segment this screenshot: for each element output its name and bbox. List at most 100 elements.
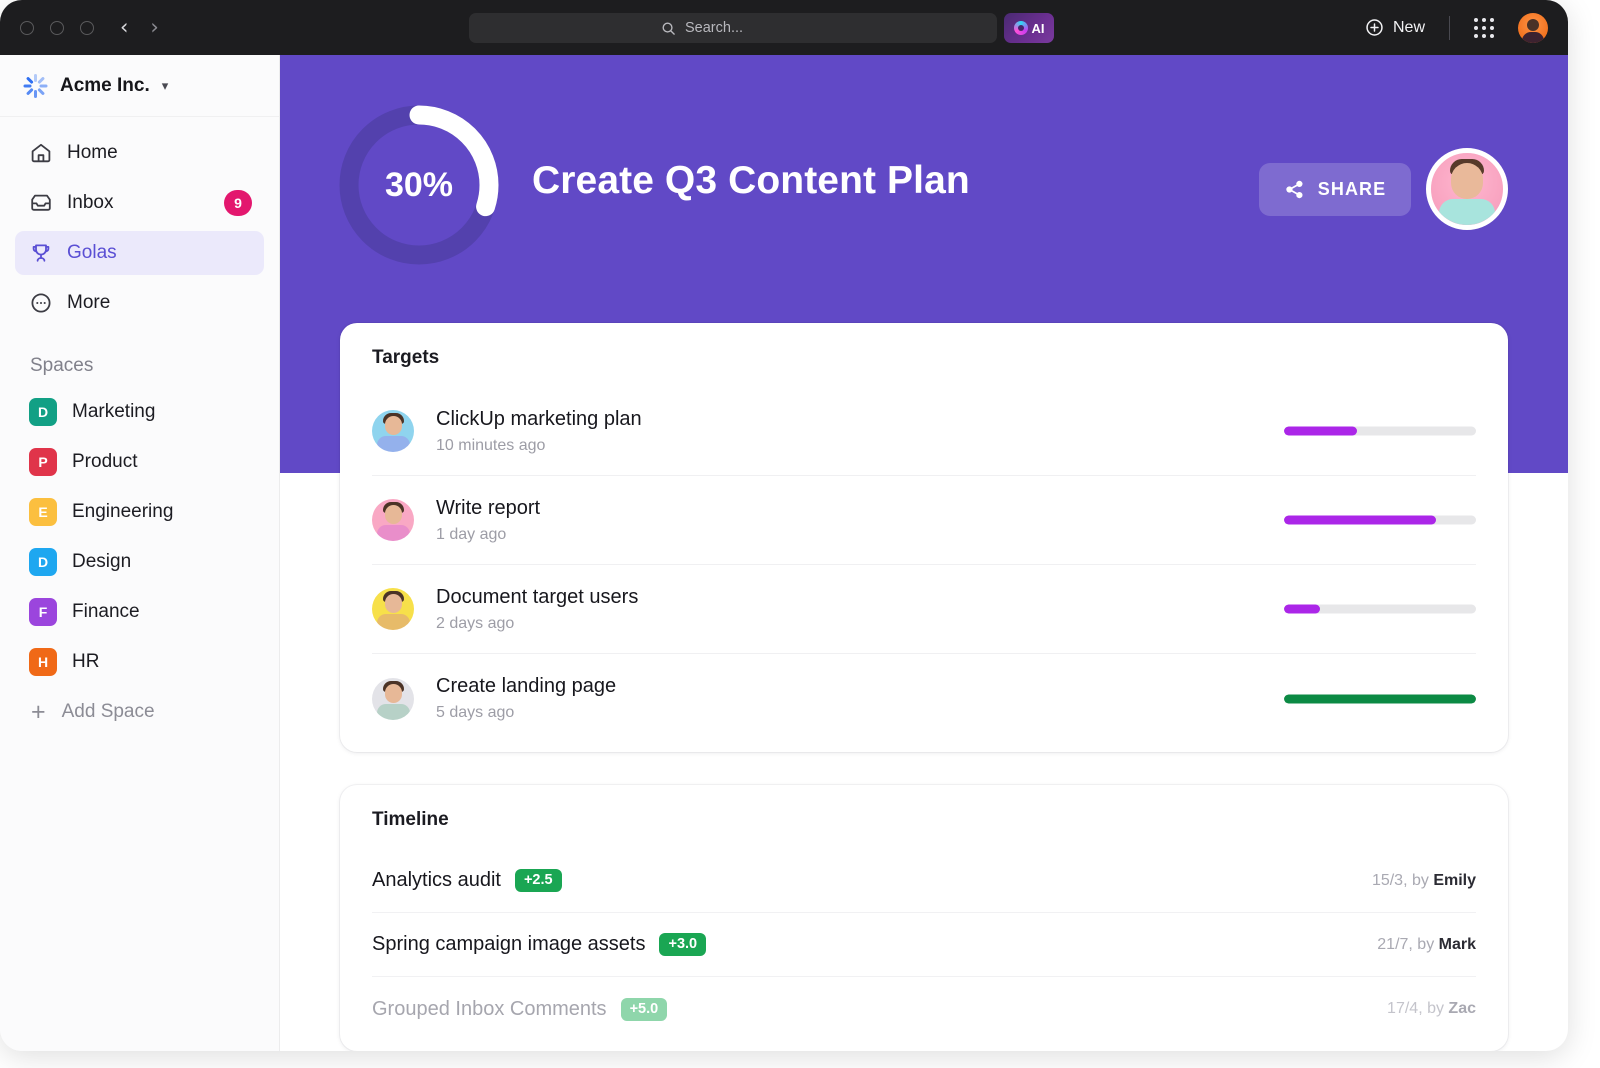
sidebar-item-inbox[interactable]: Inbox 9: [15, 181, 264, 225]
target-text: Document target users2 days ago: [436, 586, 638, 633]
close-window-button[interactable]: [20, 21, 34, 35]
timeline-card: Timeline Analytics audit +2.5 15/3, by Emi…: [340, 785, 1508, 1051]
minimize-window-button[interactable]: [50, 21, 64, 35]
inbox-icon: [29, 191, 53, 215]
space-label: Finance: [72, 601, 140, 623]
add-space-button[interactable]: + Add Space: [0, 687, 279, 737]
avatar-body: [377, 525, 410, 541]
space-initial-badge: F: [29, 598, 57, 626]
sidebar-space-product[interactable]: PProduct: [0, 437, 279, 487]
space-label: Design: [72, 551, 131, 573]
target-row[interactable]: Document target users2 days ago: [372, 565, 1476, 654]
target-row[interactable]: Write report1 day ago: [372, 476, 1476, 565]
space-label: HR: [72, 651, 99, 673]
clickup-logo-icon: [22, 73, 48, 99]
target-avatar: [372, 499, 414, 541]
target-timestamp: 10 minutes ago: [436, 437, 642, 455]
target-avatar: [372, 410, 414, 452]
targets-list: ClickUp marketing plan 10 minutes ago Writ…: [340, 387, 1508, 743]
spaces-heading: Spaces: [0, 331, 279, 387]
timeline-item-meta: 15/3, by Emily: [1372, 872, 1476, 890]
goal-progress-percent: 30%: [336, 102, 502, 268]
add-space-label: Add Space: [62, 701, 155, 723]
plus-icon: +: [31, 700, 46, 725]
target-timestamp: 5 days ago: [436, 704, 616, 722]
sidebar-item-label: Inbox: [67, 192, 113, 214]
target-row[interactable]: Create landing page5 days ago: [372, 654, 1476, 743]
chevron-down-icon: ▾: [162, 78, 169, 94]
timeline-title: Timeline: [340, 785, 1508, 831]
history-navigation[interactable]: ‹ ›: [120, 17, 159, 38]
timeline-item-badge: +3.0: [659, 933, 706, 956]
titlebar-divider: [1449, 16, 1450, 40]
timeline-item-meta: 21/7, by Mark: [1377, 936, 1476, 954]
timeline-item-badge: +5.0: [621, 998, 668, 1021]
sidebar-item-golas[interactable]: Golas: [15, 231, 264, 275]
ai-button-label: AI: [1032, 21, 1045, 36]
sidebar-space-marketing[interactable]: DMarketing: [0, 387, 279, 437]
avatar-body: [377, 436, 410, 452]
sidebar-item-home[interactable]: Home: [15, 131, 264, 175]
target-progress-bar[interactable]: [1284, 694, 1476, 703]
timeline-row[interactable]: Grouped Inbox Comments +5.0 17/4, by Zac: [372, 977, 1476, 1041]
goal-owner-avatar[interactable]: [1426, 148, 1508, 230]
goal-progress-ring: 30%: [336, 102, 502, 268]
maximize-window-button[interactable]: [80, 21, 94, 35]
page-title: Create Q3 Content Plan: [532, 159, 970, 203]
share-button[interactable]: SHARE: [1259, 163, 1411, 216]
app-root: ‹ › AI: [0, 0, 1600, 1068]
new-button[interactable]: New: [1365, 18, 1425, 37]
space-initial-badge: D: [29, 548, 57, 576]
sidebar-space-hr[interactable]: H HR: [0, 637, 279, 687]
home-icon: [29, 141, 53, 165]
sidebar-item-more[interactable]: More: [15, 281, 264, 325]
ai-button[interactable]: AI: [1004, 13, 1054, 43]
target-name: Write report: [436, 497, 540, 520]
timeline-item-name: Analytics audit: [372, 869, 501, 892]
avatar-body: [1439, 199, 1495, 230]
target-progress-bar[interactable]: [1284, 516, 1476, 525]
timeline-row[interactable]: Spring campaign image assets+3.021/7, by…: [372, 913, 1476, 977]
sidebar-space-finance[interactable]: F Finance: [0, 587, 279, 637]
sidebar-item-label: Golas: [67, 242, 117, 264]
apps-grid-icon[interactable]: [1474, 18, 1494, 38]
user-avatar[interactable]: [1518, 13, 1548, 43]
target-name: Document target users: [436, 586, 638, 609]
new-button-label: New: [1393, 19, 1425, 37]
search-input[interactable]: [685, 20, 805, 36]
search-bar[interactable]: [469, 13, 997, 43]
window-controls[interactable]: [20, 21, 94, 35]
target-row[interactable]: ClickUp marketing plan 10 minutes ago: [372, 387, 1476, 476]
target-progress-bar[interactable]: [1284, 605, 1476, 614]
timeline-item-meta: 17/4, by Zac: [1387, 1000, 1476, 1018]
sidebar-space-design[interactable]: D Design: [0, 537, 279, 587]
sidebar-item-label: More: [67, 292, 110, 314]
space-initial-badge: H: [29, 648, 57, 676]
sidebar-nav: Home Inbox 9: [0, 117, 279, 325]
space-initial-badge: P: [29, 448, 57, 476]
workspace-switcher[interactable]: Acme Inc. ▾: [0, 55, 279, 117]
target-progress-fill: [1284, 605, 1320, 614]
timeline-item-badge: +2.5: [515, 869, 562, 892]
target-text: Write report1 day ago: [436, 497, 540, 544]
target-progress-bar[interactable]: [1284, 427, 1476, 436]
plus-circle-icon: [1365, 18, 1384, 37]
trophy-icon: [29, 241, 53, 265]
timeline-row[interactable]: Analytics audit +2.5 15/3, by Emily: [372, 849, 1476, 913]
chevron-left-icon[interactable]: ‹: [120, 17, 128, 38]
targets-title: Targets: [340, 323, 1508, 369]
timeline-item-name: Grouped Inbox Comments: [372, 998, 607, 1021]
avatar-body: [377, 614, 410, 630]
space-label: Marketing: [72, 401, 155, 423]
target-text: Create landing page5 days ago: [436, 675, 616, 722]
title-bar: ‹ › AI: [0, 0, 1568, 55]
space-label: Engineering: [72, 501, 173, 523]
spaces-list: DMarketingPProductEEngineering D Design F Fi…: [0, 387, 279, 687]
share-icon: [1284, 179, 1305, 200]
target-progress-fill: [1284, 516, 1436, 525]
share-button-label: SHARE: [1318, 179, 1387, 200]
target-name: ClickUp marketing plan: [436, 408, 642, 431]
sidebar-space-engineering[interactable]: EEngineering: [0, 487, 279, 537]
timeline-list: Analytics audit +2.5 15/3, by Emily Spring …: [340, 849, 1508, 1041]
chevron-right-icon[interactable]: ›: [150, 17, 158, 38]
